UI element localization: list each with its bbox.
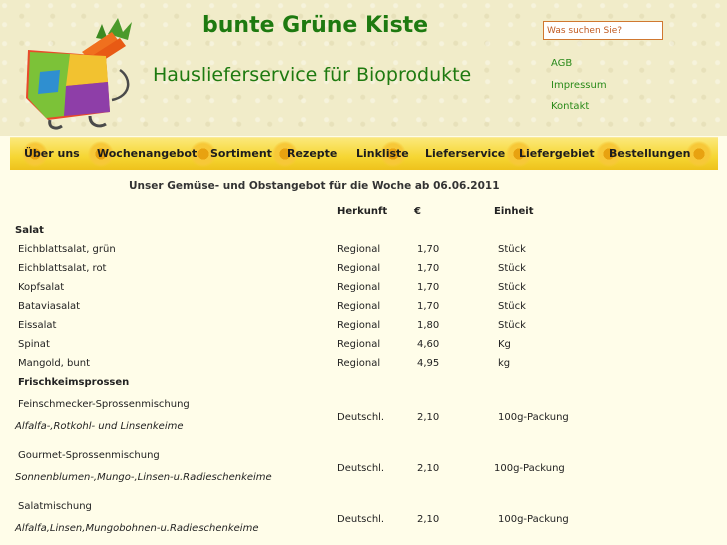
product-name: Feinschmecker-Sprossenmischung [18,399,190,410]
nav-sortiment[interactable]: Sortiment [210,147,272,160]
column-header-price: € [414,206,421,217]
product-description: Alfalfa,Linsen,Mungobohnen-u.Radieschenk… [15,523,259,534]
product-unit: Stück [498,263,526,274]
product-unit: kg [498,358,511,369]
site-title: bunte Grüne Kiste [202,13,429,38]
product-name: Bataviasalat [18,301,81,312]
product-name: Eissalat [18,320,57,331]
product-origin: Regional [337,320,381,331]
product-name: Mangold, bunt [18,358,90,369]
product-origin: Regional [337,282,381,293]
nav-ueber-uns[interactable]: Über uns [24,147,80,160]
product-origin: Deutschl. [337,514,385,525]
section-heading: Salat [15,225,44,236]
product-unit: Stück [498,301,526,312]
product-origin: Deutschl. [337,412,385,423]
search-input[interactable] [543,21,663,40]
nav-bestellungen[interactable]: Bestellungen [609,147,690,160]
link-impressum[interactable]: Impressum [551,80,607,91]
product-price: 1,70 [417,263,440,274]
logo-vegetable-box [26,18,132,130]
link-agb[interactable]: AGB [551,58,572,69]
product-unit: 100g-Packung [494,463,565,474]
product-name: Spinat [18,339,50,350]
product-price: 2,10 [417,463,440,474]
product-price: 2,10 [417,514,440,525]
nav-rezepte[interactable]: Rezepte [287,147,337,160]
offer-heading: Unser Gemüse- und Obstangebot für die Wo… [129,180,500,192]
column-header-origin: Herkunft [337,206,388,217]
product-unit: 100g-Packung [498,412,569,423]
product-name: Gourmet-Sprossenmischung [18,450,160,461]
product-unit: Stück [498,282,526,293]
nav-liefergebiet[interactable]: Liefergebiet [519,147,595,160]
nav-lieferservice[interactable]: Lieferservice [425,147,505,160]
product-name: Eichblattsalat, grün [18,244,116,255]
nav-wochenangebot[interactable]: Wochenangebot [97,147,197,160]
product-origin: Regional [337,244,381,255]
product-description: Sonnenblumen-,Mungo-,Linsen-u.Radieschen… [15,472,272,483]
product-unit: Stück [498,320,526,331]
product-price: 2,10 [417,412,440,423]
product-origin: Regional [337,339,381,350]
product-unit: Stück [498,244,526,255]
product-origin: Deutschl. [337,463,385,474]
product-price: 4,60 [417,339,440,350]
product-price: 1,70 [417,244,440,255]
nav-linkliste[interactable]: Linkliste [356,147,409,160]
site-subtitle: Hauslieferservice für Bioprodukte [153,64,472,86]
product-name: Kopfsalat [18,282,65,293]
product-price: 1,80 [417,320,440,331]
product-origin: Regional [337,358,381,369]
link-kontakt[interactable]: Kontakt [551,101,589,112]
header: bunte Grüne Kiste Hauslieferservice für … [0,0,727,136]
section-heading: Frischkeimsprossen [18,377,130,388]
product-price: 4,95 [417,358,440,369]
product-price: 1,70 [417,301,440,312]
product-name: Eichblattsalat, rot [18,263,107,274]
product-name: Salatmischung [18,501,92,512]
product-unit: 100g-Packung [498,514,569,525]
column-header-unit: Einheit [494,206,534,217]
product-price: 1,70 [417,282,440,293]
product-description: Alfalfa-,Rotkohl- und Linsenkeime [15,421,184,432]
product-origin: Regional [337,301,381,312]
product-unit: Kg [498,339,511,350]
product-origin: Regional [337,263,381,274]
